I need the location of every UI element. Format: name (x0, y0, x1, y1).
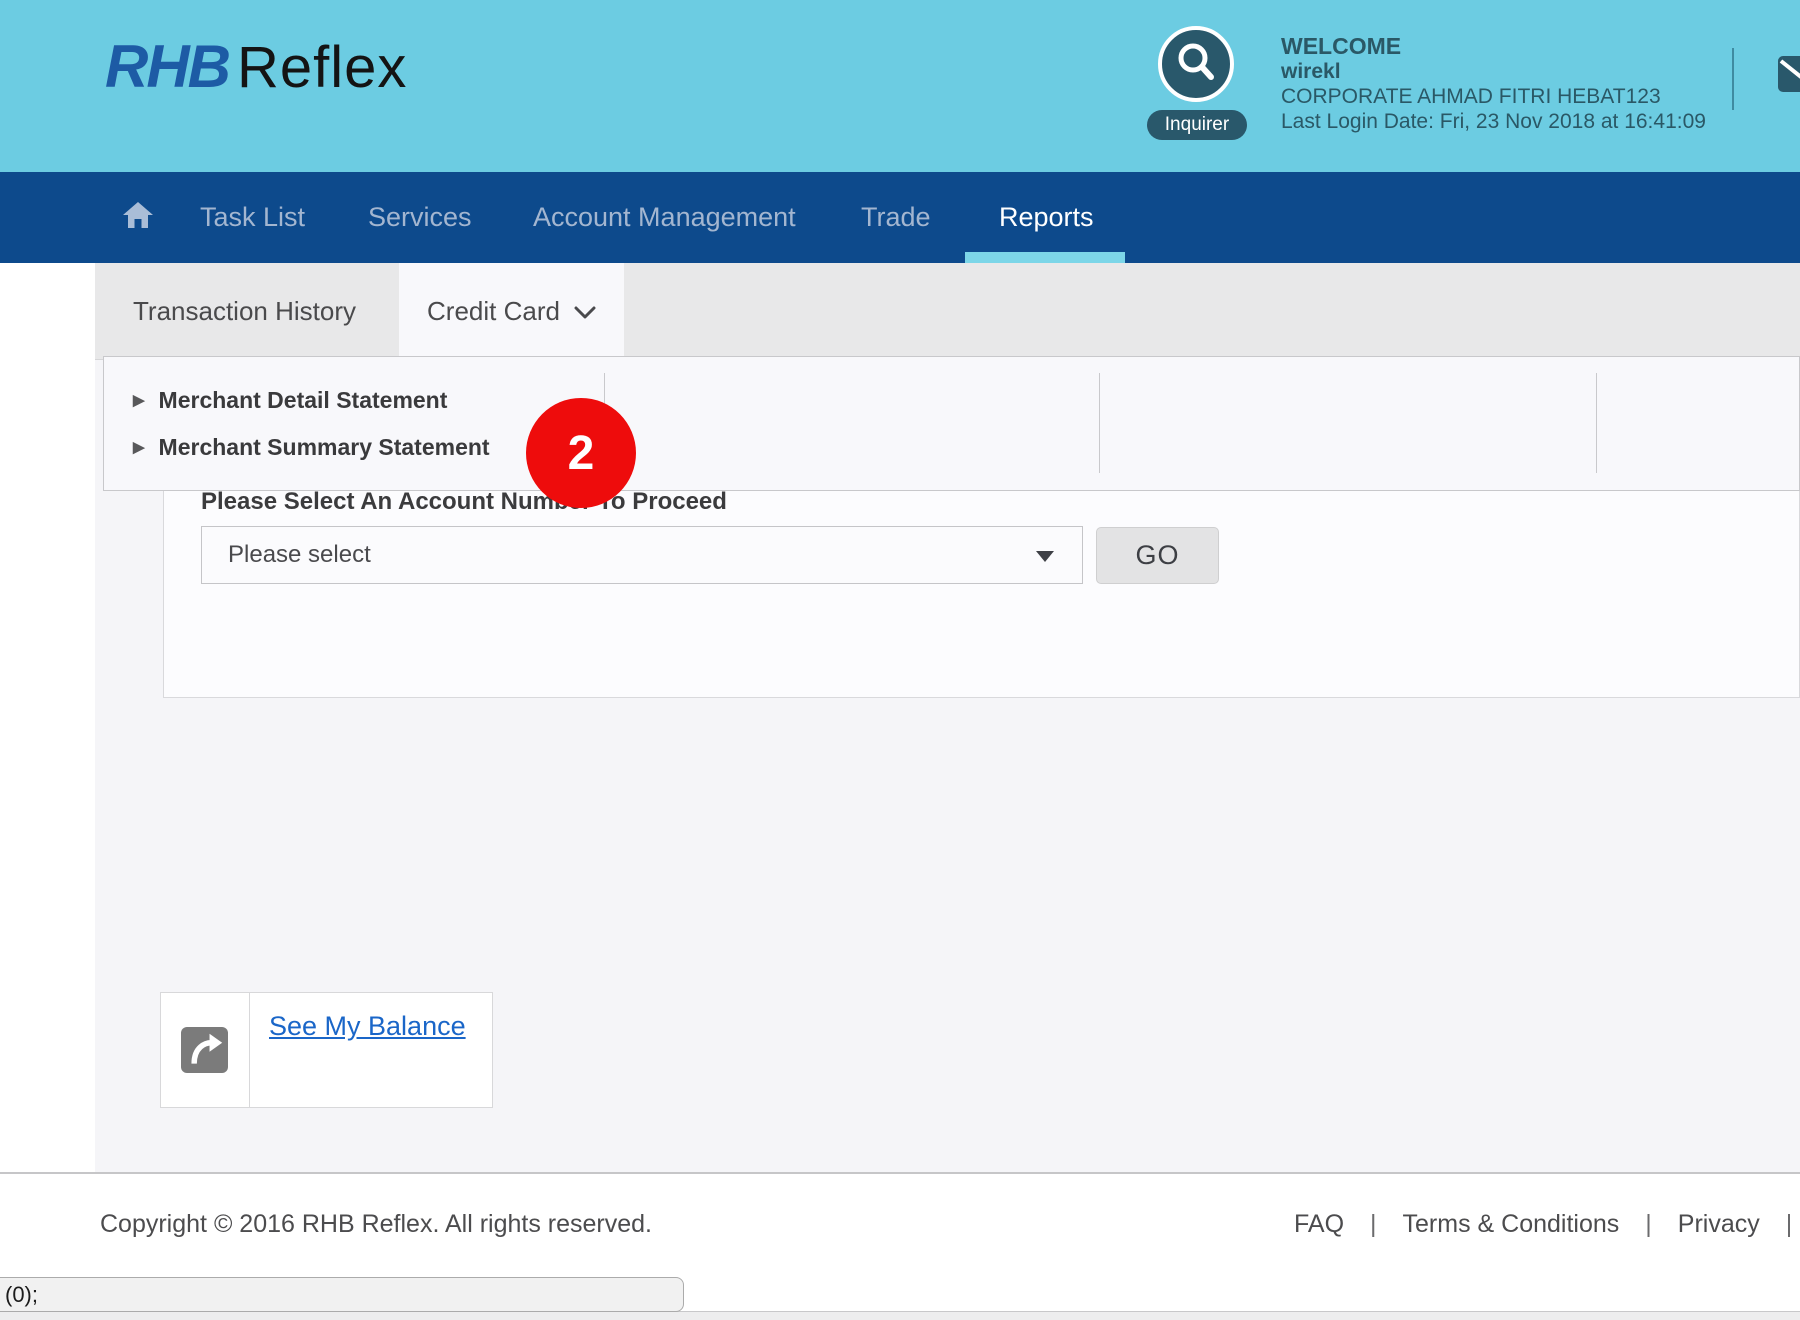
header-divider (1732, 48, 1734, 110)
home-icon[interactable] (122, 200, 154, 230)
account-number-select[interactable]: Please select (201, 526, 1083, 584)
arrow-right-icon: ▶ (133, 440, 145, 455)
copyright-text: Copyright © 2016 RHB Reflex. All rights … (100, 1210, 652, 1239)
welcome-username: wirekl (1281, 59, 1706, 84)
footer-links: FAQ | Terms & Conditions | Privacy | Cl (1294, 1210, 1800, 1239)
account-select-label: Please Select An Account Number To Proce… (201, 488, 727, 516)
account-select-value: Please select (202, 541, 371, 569)
go-button[interactable]: GO (1096, 527, 1219, 584)
magnifier-icon (1174, 40, 1218, 89)
credit-card-dropdown-menu: ▶ Merchant Detail Statement ▶ Merchant S… (103, 356, 1800, 491)
nav-item-services[interactable]: Services (368, 172, 472, 263)
rhb-reflex-app: RHBReflex Inquirer WELCOME wirekl CORPOR… (0, 0, 1800, 1320)
menu-column-divider (1596, 373, 1597, 473)
app-header: RHBReflex Inquirer WELCOME wirekl CORPOR… (0, 0, 1800, 172)
mail-icon[interactable] (1778, 56, 1800, 92)
widget-divider (249, 993, 250, 1107)
brand-logo-rhb: RHB (105, 33, 229, 100)
tab-credit-card-label: Credit Card (427, 296, 560, 327)
menu-column-divider (1099, 373, 1100, 473)
menu-item-merchant-detail-statement[interactable]: ▶ Merchant Detail Statement (133, 387, 447, 414)
menu-item-merchant-summary-statement[interactable]: ▶ Merchant Summary Statement (133, 434, 490, 461)
main-navbar: Task List Services Account Management Tr… (0, 172, 1800, 263)
welcome-corporate: CORPORATE AHMAD FITRI HEBAT123 (1281, 84, 1706, 109)
role-badge: Inquirer (1147, 110, 1247, 140)
welcome-last-login: Last Login Date: Fri, 23 Nov 2018 at 16:… (1281, 109, 1706, 134)
footer-link-separator: | (1786, 1210, 1793, 1239)
nav-item-reports[interactable]: Reports (999, 172, 1094, 263)
annotation-badge: 2 (526, 398, 636, 508)
active-nav-underline (965, 252, 1125, 263)
footer-link-faq[interactable]: FAQ (1294, 1210, 1344, 1239)
welcome-block: WELCOME wirekl CORPORATE AHMAD FITRI HEB… (1281, 34, 1706, 134)
welcome-title: WELCOME (1281, 34, 1706, 59)
tab-credit-card[interactable]: Credit Card (399, 263, 624, 360)
report-tabs-row: Transaction History Credit Card (95, 263, 1800, 360)
tab-transaction-history[interactable]: Transaction History (133, 263, 356, 360)
see-my-balance-link[interactable]: See My Balance (269, 1011, 466, 1042)
arrow-right-icon: ▶ (133, 393, 145, 408)
nav-item-task-list[interactable]: Task List (200, 172, 305, 263)
dropdown-caret-icon (1036, 551, 1054, 562)
menu-item-label: Merchant Summary Statement (159, 434, 490, 461)
nav-item-trade[interactable]: Trade (861, 172, 931, 263)
footer-link-privacy[interactable]: Privacy (1678, 1210, 1760, 1239)
see-my-balance-widget: See My Balance (160, 992, 493, 1108)
bottom-strip (0, 1311, 1800, 1320)
nav-item-account-management[interactable]: Account Management (533, 172, 796, 263)
chevron-down-icon (574, 296, 596, 327)
brand-logo: RHBReflex (105, 32, 407, 101)
footer-link-separator: | (1370, 1210, 1377, 1239)
brand-logo-reflex: Reflex (237, 35, 407, 100)
shortcut-arrow-icon (181, 1027, 228, 1073)
browser-status-bar: (0); (0, 1277, 684, 1312)
menu-item-label: Merchant Detail Statement (159, 387, 448, 414)
footer-link-separator: | (1645, 1210, 1652, 1239)
footer-link-terms[interactable]: Terms & Conditions (1403, 1210, 1620, 1239)
status-bar-text: (0); (0, 1282, 38, 1308)
user-avatar (1158, 26, 1234, 102)
